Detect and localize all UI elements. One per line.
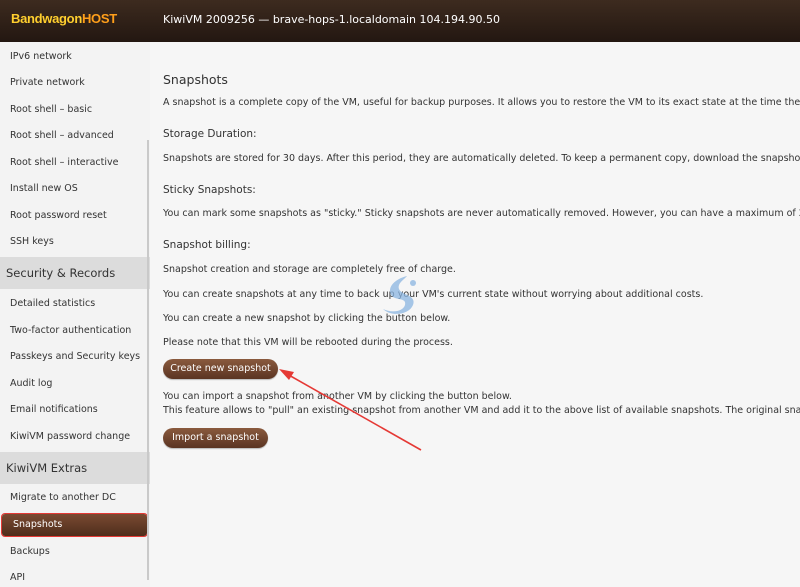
sidebar-item-email-notifications[interactable]: Email notifications bbox=[0, 397, 146, 423]
sidebar-item-private-network[interactable]: Private network bbox=[0, 70, 146, 96]
sidebar-item-snapshots[interactable]: Snapshots bbox=[1, 513, 148, 537]
sidebar-item-ssh-keys[interactable]: SSH keys bbox=[0, 229, 146, 255]
vm-title: KiwiVM 2009256 — brave-hops-1.localdomai… bbox=[163, 13, 500, 26]
create-new-snapshot-button[interactable]: Create new snapshot bbox=[163, 359, 278, 379]
import-info-text-2: This feature allows to "pull" an existin… bbox=[163, 405, 800, 416]
sidebar-item-install-new-os[interactable]: Install new OS bbox=[0, 176, 146, 202]
sidebar-item-root-shell-advanced[interactable]: Root shell – advanced bbox=[0, 123, 146, 149]
snapshot-billing-heading: Snapshot billing: bbox=[163, 239, 251, 251]
logo-text-part2: HOST bbox=[81, 11, 117, 26]
sidebar-item-root-shell-interactive[interactable]: Root shell – interactive bbox=[0, 150, 146, 176]
sidebar-section-security-records: Security & Records bbox=[0, 257, 150, 289]
sidebar-item-label: Snapshots bbox=[13, 519, 63, 530]
brand-logo[interactable]: BandwagonHOST bbox=[11, 11, 117, 26]
logo-text-part1: Bandwagon bbox=[11, 11, 82, 26]
sticky-snapshots-text: You can mark some snapshots as "sticky."… bbox=[163, 208, 800, 219]
sidebar-item-backups[interactable]: Backups bbox=[0, 539, 146, 565]
sidebar-item-detailed-statistics[interactable]: Detailed statistics bbox=[0, 291, 146, 317]
sidebar-item-kiwivm-password-change[interactable]: KiwiVM password change bbox=[0, 424, 146, 450]
top-header-bar: BandwagonHOST KiwiVM 2009256 — brave-hop… bbox=[0, 0, 800, 42]
import-info-text-1: You can import a snapshot from another V… bbox=[163, 391, 512, 402]
storage-duration-heading: Storage Duration: bbox=[163, 128, 257, 140]
main-content: Snapshots A snapshot is a complete copy … bbox=[163, 42, 800, 587]
sidebar-item-root-shell-basic[interactable]: Root shell – basic bbox=[0, 97, 146, 123]
sidebar-item-ipv6-network[interactable]: IPv6 network bbox=[0, 44, 146, 70]
sticky-snapshots-heading: Sticky Snapshots: bbox=[163, 184, 256, 196]
reboot-note-text: Please note that this VM will be reboote… bbox=[163, 337, 453, 348]
snapshot-anytime-text: You can create snapshots at any time to … bbox=[163, 289, 704, 300]
sidebar-item-migrate-dc[interactable]: Migrate to another DC bbox=[0, 485, 146, 511]
storage-duration-text: Snapshots are stored for 30 days. After … bbox=[163, 153, 800, 164]
sidebar-section-kiwivm-extras: KiwiVM Extras bbox=[0, 452, 150, 484]
sidebar-item-api[interactable]: API bbox=[0, 565, 146, 587]
watermark-logo-icon bbox=[383, 276, 416, 314]
page-title: Snapshots bbox=[163, 72, 228, 87]
sidebar-item-two-factor-auth[interactable]: Two-factor authentication bbox=[0, 318, 146, 344]
sidebar-item-audit-log[interactable]: Audit log bbox=[0, 371, 146, 397]
intro-text: A snapshot is a complete copy of the VM,… bbox=[163, 97, 800, 108]
sidebar-item-passkeys[interactable]: Passkeys and Security keys bbox=[0, 344, 146, 370]
sidebar-item-root-password-reset[interactable]: Root password reset bbox=[0, 203, 146, 229]
import-snapshot-button[interactable]: Import a snapshot bbox=[163, 428, 268, 448]
sidebar: IPv6 network Private network Root shell … bbox=[0, 42, 150, 587]
sidebar-scrollbar[interactable] bbox=[147, 140, 149, 580]
